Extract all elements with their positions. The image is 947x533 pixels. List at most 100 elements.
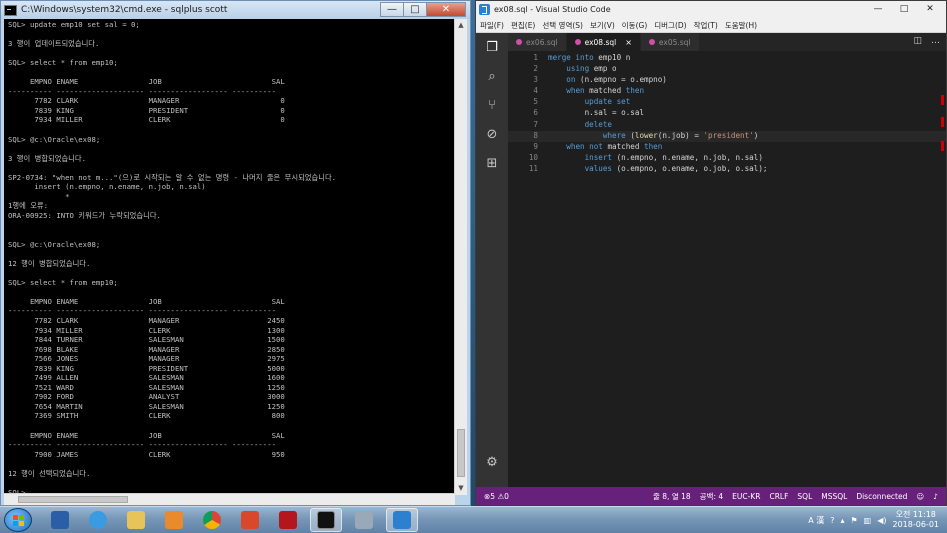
cmd-window[interactable]: C:\Windows\system32\cmd.exe - sqlplus sc… [0, 0, 471, 506]
vertical-scrollbar[interactable]: ▲ ▼ [454, 19, 467, 495]
code-line: 10 insert (n.empno, n.ename, n.job, n.sa… [508, 153, 946, 164]
taskbar-media[interactable] [158, 508, 190, 532]
code-editor[interactable]: 1 merge into emp10 n 2 using emp o 3 on (… [508, 51, 946, 487]
ime-indicator[interactable]: A 漢 [808, 515, 824, 526]
scroll-thumb[interactable] [457, 429, 465, 477]
close-button[interactable]: ✕ [426, 2, 466, 17]
line-number: 6 [533, 108, 538, 118]
search-icon[interactable]: ⌕ [476, 62, 508, 91]
tab-ex06[interactable]: ex06.sql [508, 33, 567, 51]
taskbar-ie[interactable] [82, 508, 114, 532]
volume-icon[interactable]: ◀) [877, 516, 886, 525]
smiley-icon[interactable]: ☺ [916, 492, 924, 501]
system-tray: A 漢 ? ▴ ⚑ ▥ ◀) 오전 11:18 2018-06-01 [808, 510, 947, 530]
console-line: 1행에 오류: [8, 201, 49, 211]
console-line: 3 행이 업데이트되었습니다. [8, 39, 100, 49]
console-line: 7844 TURNER SALESMAN 1500 [8, 335, 285, 345]
gear-icon[interactable]: ⚙ [476, 448, 508, 477]
cmd-icon [4, 4, 17, 16]
vscode-window[interactable]: ex08.sql - Visual Studio Code — □ ✕ 파일(F… [475, 0, 947, 506]
desktop: C:\Windows\system32\cmd.exe - sqlplus sc… [0, 0, 947, 533]
problems-indicator[interactable]: ⊗5 ⚠0 [476, 492, 509, 501]
line-number: 7 [533, 119, 538, 129]
network-icon[interactable]: ▥ [864, 516, 872, 525]
vscode-maximize-button[interactable]: □ [891, 2, 917, 16]
taskbar-chrome[interactable] [196, 508, 228, 532]
menu-file[interactable]: 파일(F) [480, 20, 504, 31]
vscode-close-button[interactable]: ✕ [917, 2, 943, 16]
menu-view[interactable]: 보기(V) [590, 20, 615, 31]
maximize-button[interactable]: □ [403, 2, 427, 17]
menu-debug[interactable]: 디버그(D) [654, 20, 686, 31]
minimize-button[interactable]: — [380, 2, 404, 17]
menu-help[interactable]: 도움말(H) [725, 20, 757, 31]
console-line: 7566 JONES MANAGER 2975 [8, 354, 285, 364]
taskbar-cmd[interactable] [310, 508, 342, 532]
close-tab-icon[interactable]: × [625, 38, 632, 47]
tab-label: ex08.sql [584, 37, 617, 47]
console-line: 7934 MILLER CLERK 1300 [8, 325, 285, 335]
console-line: SP2-0734: "when not m..."(으)로 시작되는 알 수 없… [8, 172, 337, 182]
taskbar-tool[interactable] [348, 508, 380, 532]
more-actions-icon[interactable]: … [931, 36, 940, 46]
taskbar-app[interactable] [234, 508, 266, 532]
taskbar-vscode[interactable] [386, 508, 418, 532]
menu-selection[interactable]: 선택 영역(S) [542, 20, 583, 31]
cmd-title: C:\Windows\system32\cmd.exe - sqlplus sc… [21, 5, 228, 15]
app-icon [241, 511, 259, 529]
editor-tabs: ex06.sql ex08.sql × ex05.sql ◫ … [508, 33, 946, 51]
scroll-down-icon[interactable]: ▼ [455, 482, 467, 495]
ie-icon [89, 511, 107, 529]
taskbar: A 漢 ? ▴ ⚑ ▥ ◀) 오전 11:18 2018-06-01 [0, 506, 947, 533]
indentation[interactable]: 공백: 4 [700, 491, 723, 502]
menu-go[interactable]: 이동(G) [622, 20, 647, 31]
flag-icon[interactable]: ⚑ [850, 516, 857, 525]
help-icon[interactable]: ? [830, 516, 834, 525]
debug-icon[interactable]: ⊘ [476, 120, 508, 149]
console-output[interactable]: SQL> update emp10 set sal = 0; 3 행이 업데이트되… [4, 19, 455, 495]
split-editor-icon[interactable]: ◫ [913, 36, 922, 46]
bell-icon[interactable]: ♪ [933, 492, 938, 501]
console-line: ORA-00925: INTO 키워드가 누락되었습니다. [8, 210, 161, 220]
menu-tasks[interactable]: 작업(T) [694, 20, 718, 31]
console-line: 7499 ALLEN SALESMAN 1600 [8, 373, 285, 383]
sql-file-icon [648, 39, 655, 45]
cmd-titlebar[interactable]: C:\Windows\system32\cmd.exe - sqlplus sc… [1, 1, 470, 19]
console-line: SQL> @c:\Oracle\ex08; [8, 134, 101, 144]
tab-ex08[interactable]: ex08.sql × [566, 33, 641, 51]
powershell-icon [51, 511, 69, 529]
menu-edit[interactable]: 편집(E) [511, 20, 535, 31]
language-mode[interactable]: SQL [797, 492, 812, 501]
code-line: 1 merge into emp10 n [508, 53, 946, 64]
start-button[interactable] [4, 508, 32, 532]
taskbar-explorer[interactable] [120, 508, 152, 532]
console-line: 7902 FORD ANALYST 3000 [8, 392, 285, 402]
taskbar-powershell[interactable] [44, 508, 76, 532]
sql-dialect[interactable]: MSSQL [821, 492, 847, 501]
sql-file-icon [516, 39, 522, 45]
connection-status[interactable]: Disconnected [856, 492, 907, 501]
scroll-up-icon[interactable]: ▲ [455, 19, 467, 32]
encoding[interactable]: EUC-KR [732, 492, 760, 501]
h-scroll-thumb[interactable] [18, 496, 128, 503]
vscode-minimize-button[interactable]: — [865, 2, 891, 16]
cursor-position[interactable]: 줄 8, 열 18 [653, 491, 691, 502]
explorer-icon[interactable]: ❐ [476, 33, 508, 62]
taskbar-acrobat[interactable] [272, 508, 304, 532]
line-ending[interactable]: CRLF [769, 492, 788, 501]
tray-arrow-icon[interactable]: ▴ [840, 516, 844, 525]
horizontal-scrollbar[interactable] [4, 493, 455, 505]
line-number: 3 [533, 75, 538, 85]
tab-ex05[interactable]: ex05.sql [640, 33, 700, 51]
clock[interactable]: 오전 11:18 2018-06-01 [893, 510, 940, 530]
extensions-icon[interactable]: ⊞ [476, 149, 508, 178]
source-control-icon[interactable]: ⑂ [476, 91, 508, 120]
console-line: 12 행이 병합되었습니다. [8, 258, 91, 268]
vscode-titlebar[interactable]: ex08.sql - Visual Studio Code — □ ✕ [476, 1, 946, 18]
console-line: SQL> select * from emp10; [8, 58, 118, 68]
console-line: EMPNO ENAME JOB SAL [8, 296, 285, 306]
